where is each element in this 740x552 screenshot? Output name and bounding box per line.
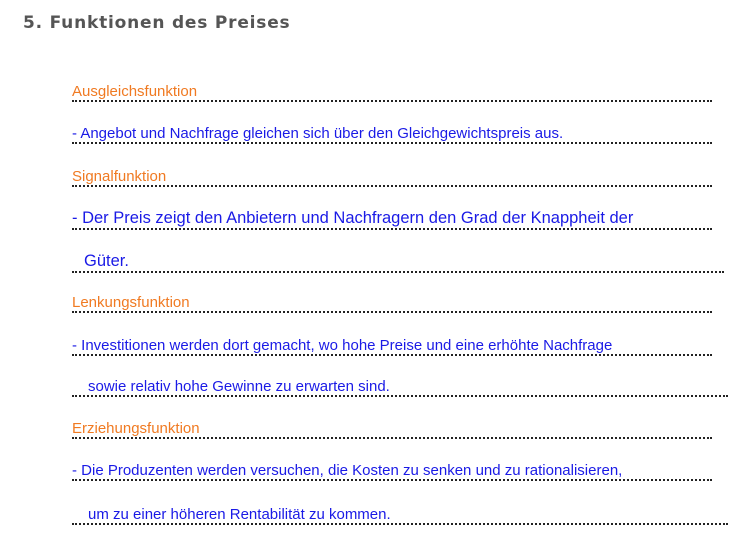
description-line: sowie relativ hohe Gewinne zu erwarten s… (72, 378, 728, 397)
description-line: - Angebot und Nachfrage gleichen sich üb… (72, 125, 712, 144)
function-name-signal: Signalfunktion (72, 168, 712, 187)
description-line: um zu einer höheren Rentabilität zu komm… (72, 506, 728, 525)
section-title: 5. Funktionen des Preises (23, 13, 291, 33)
function-name-ausgleich: Ausgleichsfunktion (72, 83, 712, 102)
description-line: Güter. (72, 252, 724, 273)
description-line: - Investitionen werden dort gemacht, wo … (72, 337, 712, 356)
function-name-lenkung: Lenkungsfunktion (72, 294, 712, 313)
description-line: - Der Preis zeigt den Anbietern und Nach… (72, 209, 712, 230)
description-line: - Die Produzenten werden versuchen, die … (72, 462, 712, 481)
function-name-erziehung: Erziehungsfunktion (72, 420, 712, 439)
